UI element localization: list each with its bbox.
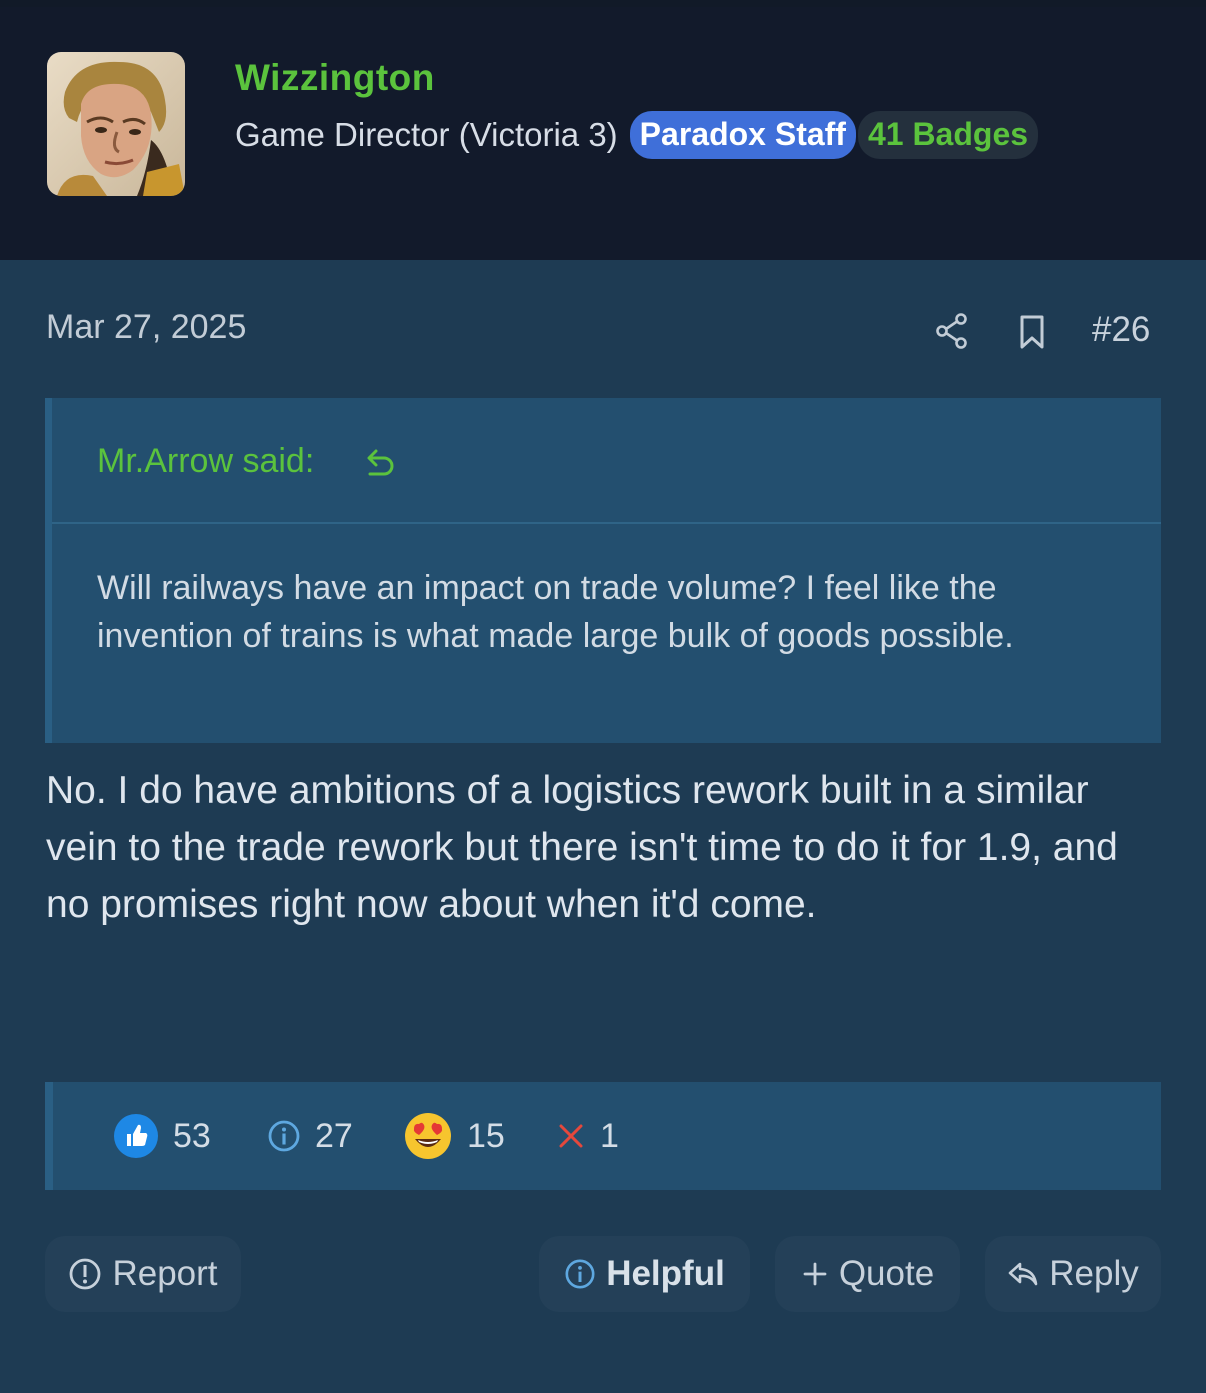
helpful-button[interactable]: Helpful [539,1236,750,1312]
reaction-count: 27 [315,1116,353,1155]
reaction-informative[interactable]: 27 [267,1082,353,1190]
heart-eyes-icon [405,1113,451,1159]
reply-label: Reply [1049,1254,1139,1293]
helpful-label: Helpful [606,1254,725,1293]
reaction-like[interactable]: 53 [113,1082,211,1190]
quote-author[interactable]: Mr.Arrow said: [97,442,314,481]
reactions-bar[interactable]: 53 27 15 1 [45,1082,1161,1190]
share-icon[interactable] [935,312,969,350]
report-button[interactable]: Report [45,1236,241,1312]
reply-arrow-icon [1007,1259,1039,1289]
user-title-row: Game Director (Victoria 3) Paradox Staff… [235,109,1039,161]
alert-circle-icon [68,1257,102,1291]
bookmark-icon[interactable] [1018,314,1046,350]
post-date[interactable]: Mar 27, 2025 [46,308,246,347]
reply-button[interactable]: Reply [985,1236,1161,1312]
report-label: Report [112,1254,218,1293]
quote-label: Quote [838,1254,935,1293]
post-number-link[interactable]: #26 [1092,310,1150,350]
quote-button[interactable]: Quote [775,1236,960,1312]
reaction-count: 53 [173,1116,211,1155]
post-author-header: Wizzington Game Director (Victoria 3) Pa… [0,7,1206,260]
quote-header: Mr.Arrow said: [52,398,1161,524]
reaction-count: 1 [600,1116,619,1155]
x-icon [559,1124,583,1148]
post-message: No. I do have ambitions of a logistics r… [46,769,1118,926]
thumbs-up-icon [114,1114,158,1158]
top-divider [0,0,1206,7]
quote-text: Will railways have an impact on trade vo… [97,569,1014,655]
reaction-love[interactable]: 15 [403,1082,505,1190]
plus-icon [801,1260,829,1288]
jump-to-quote-icon[interactable] [362,446,398,480]
username[interactable]: Wizzington [235,57,435,99]
user-title: Game Director (Victoria 3) [235,116,618,153]
info-icon [564,1258,596,1290]
staff-badge: Paradox Staff [629,111,856,159]
quote-block: Mr.Arrow said: Will railways have an imp… [45,398,1161,743]
reaction-disagree[interactable]: 1 [556,1082,619,1190]
info-icon [268,1120,300,1152]
avatar[interactable] [47,52,185,196]
reaction-count: 15 [467,1116,505,1155]
badges-count-link[interactable]: 41 Badges [857,111,1039,159]
